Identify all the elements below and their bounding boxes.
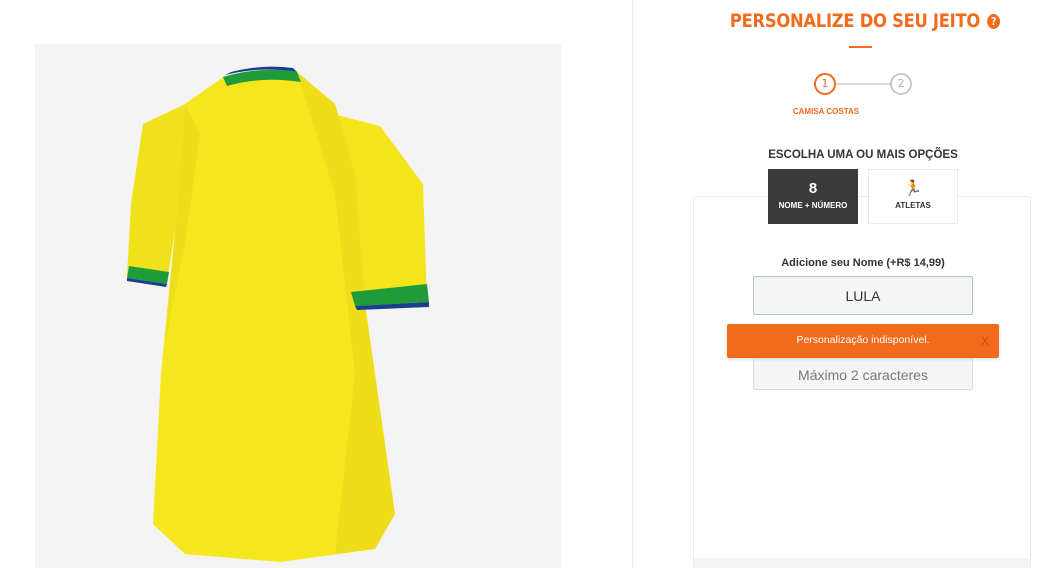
option-name-number-label: NOME + NÚMERO [778,201,848,210]
card-footer [694,558,1030,568]
option-name-number[interactable]: 8 NOME + NÚMERO [768,169,858,224]
step-2[interactable]: 2 [890,73,912,95]
name-input[interactable] [753,276,973,315]
step-label: CAMISA COSTAS [792,107,860,116]
customization-page: PERSONALIZE DO SEU JEITO ? 1 2 CAMISA CO… [0,0,1044,568]
option-athletes-label: ATLETAS [895,201,931,210]
page-title-text: PERSONALIZE DO SEU JEITO [729,10,981,32]
page-title: PERSONALIZE DO SEU JEITO ? [723,10,1007,32]
runner-icon: 🏃 [903,180,923,197]
product-image [35,44,561,568]
stepper-line [836,83,890,85]
shirt-number-icon: 8 [808,180,818,197]
help-icon[interactable]: ? [987,14,1001,29]
jersey-back-image [127,66,429,562]
step-1[interactable]: 1 [814,73,836,95]
options-title: ESCOLHA UMA OU MAIS OPÇÕES [768,149,958,161]
close-icon[interactable]: X [981,334,989,348]
name-field-label: Adicione seu Nome (+R$ 14,99) [781,257,945,269]
error-toast: Personalização indisponível. X [727,324,999,358]
error-toast-message: Personalização indisponível. [796,334,930,346]
title-underline [849,46,872,48]
stepper: 1 2 [814,73,914,97]
section-divider [632,0,633,568]
option-athletes[interactable]: 🏃 ATLETAS [868,169,958,224]
